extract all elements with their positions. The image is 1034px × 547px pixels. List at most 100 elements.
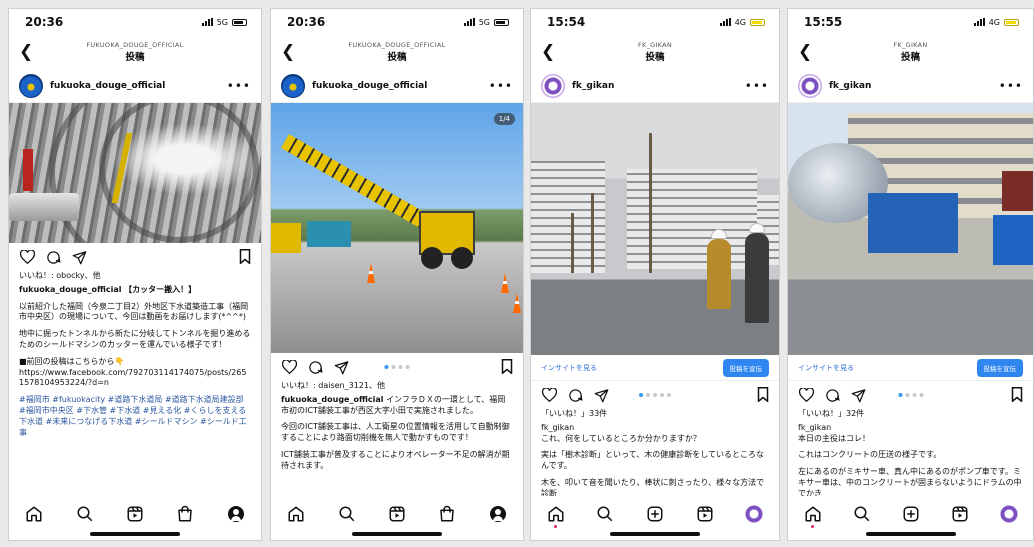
bookmark-icon[interactable] <box>501 359 513 378</box>
reels-icon[interactable] <box>387 504 407 524</box>
status-bar: 20:36 5G <box>9 9 261 35</box>
bottom-nav <box>9 496 261 540</box>
create-icon[interactable] <box>901 504 921 524</box>
caption-username[interactable]: fukuoka_douge_official <box>19 285 122 294</box>
battery-icon <box>232 18 247 26</box>
home-icon[interactable] <box>803 504 823 528</box>
likes-count[interactable]: いいね！: daisen_3121、他 <box>281 381 513 392</box>
share-icon[interactable] <box>593 387 609 403</box>
caption-username[interactable]: fk_gikan <box>798 423 831 432</box>
post-username[interactable]: fukuoka_douge_official <box>50 81 220 91</box>
likes-count[interactable]: 「いいね！」33件 <box>541 409 769 420</box>
heart-icon[interactable] <box>541 387 557 403</box>
caption-text: 本日の主役はコレ！ <box>798 433 870 443</box>
heart-icon[interactable] <box>281 359 297 375</box>
search-icon[interactable] <box>75 504 95 524</box>
shop-icon[interactable] <box>437 504 457 524</box>
post-image[interactable]: 1/4 <box>271 103 523 353</box>
share-icon[interactable] <box>71 249 87 265</box>
bookmark-icon[interactable] <box>239 249 251 268</box>
post-nav-bar: ❮ FUKUOKA_DOUGE_OFFICIAL 投稿 <box>271 35 523 69</box>
caption-hashtags[interactable]: #福岡市 #fukuokacity #道路下水道局 #道路下水道局建設部 #福岡… <box>19 395 251 438</box>
back-chevron-icon[interactable]: ❮ <box>281 42 295 62</box>
status-time: 20:36 <box>287 15 326 29</box>
post-image[interactable] <box>788 103 1033 355</box>
avatar[interactable] <box>798 73 822 98</box>
battery-icon <box>494 18 509 26</box>
promote-button[interactable]: 投稿を宣伝 <box>976 358 1023 377</box>
status-bar: 20:36 5G <box>271 9 523 35</box>
home-icon[interactable] <box>546 504 566 528</box>
caption-paragraph: 実は「樹木診断」といって、木の健康診断をしているところなんです。 <box>541 450 764 471</box>
phone-screen-4: 15:55 4G ❮ FK_GIKAN 投稿 fk_gikan ••• インサイ… <box>787 8 1034 541</box>
post-image[interactable] <box>9 103 261 243</box>
nav-title: 投稿 <box>387 52 407 63</box>
promote-button[interactable]: 投稿を宣伝 <box>722 358 769 377</box>
search-icon[interactable] <box>595 504 615 524</box>
caption-paragraph: ■前回の投稿はこちらから👇 <box>19 356 125 366</box>
view-insights-link[interactable]: インサイトを見る <box>798 363 854 373</box>
post-header: fk_gikan ••• <box>531 69 779 103</box>
signal-icon <box>719 18 731 26</box>
home-icon[interactable] <box>286 504 306 524</box>
profile-icon[interactable] <box>226 504 246 524</box>
share-icon[interactable] <box>850 387 866 403</box>
post-username[interactable]: fk_gikan <box>572 81 738 91</box>
caption-username[interactable]: fk_gikan <box>541 423 574 432</box>
avatar[interactable] <box>19 73 43 98</box>
profile-icon[interactable] <box>999 504 1019 524</box>
caption-paragraph: 地中に掘ったトンネルから新たに分岐してトンネルを掘り進めるためのシールドマシンの… <box>19 329 251 349</box>
post-nav-bar: ❮ FK_GIKAN 投稿 <box>788 35 1033 69</box>
caption-paragraph: 今回のICT舗装工事は、人工衛星の位置情報を活用して自動制御することにより路面切… <box>281 422 510 443</box>
back-chevron-icon[interactable]: ❮ <box>541 42 555 62</box>
home-icon[interactable] <box>24 504 44 524</box>
caption-username[interactable]: fukuoka_douge_official <box>281 395 384 404</box>
post-username[interactable]: fukuoka_douge_official <box>312 81 482 91</box>
post-username[interactable]: fk_gikan <box>829 81 992 91</box>
heart-icon[interactable] <box>798 387 814 403</box>
create-icon[interactable] <box>645 504 665 524</box>
avatar[interactable] <box>281 73 305 98</box>
reels-icon[interactable] <box>695 504 715 524</box>
profile-icon[interactable] <box>744 504 764 524</box>
post-header: fukuoka_douge_official ••• <box>271 69 523 103</box>
network-label: 4G <box>734 17 746 27</box>
bookmark-icon[interactable] <box>757 387 769 406</box>
post-header: fk_gikan ••• <box>788 69 1033 103</box>
more-dots-icon[interactable]: ••• <box>999 79 1023 93</box>
back-chevron-icon[interactable]: ❮ <box>798 42 812 62</box>
more-dots-icon[interactable]: ••• <box>745 79 769 93</box>
view-insights-link[interactable]: インサイトを見る <box>541 363 597 373</box>
avatar[interactable] <box>541 73 565 98</box>
more-dots-icon[interactable]: ••• <box>489 79 513 93</box>
reels-icon[interactable] <box>125 504 145 524</box>
more-dots-icon[interactable]: ••• <box>227 79 251 93</box>
post-nav-bar: ❮ FUKUOKA_DOUGE_OFFICIAL 投稿 <box>9 35 261 69</box>
shop-icon[interactable] <box>175 504 195 524</box>
caption-paragraph: 以前紹介した福岡（今泉二丁目2）外地区下水道築造工事（福岡市中央区）の現場につい… <box>19 301 249 322</box>
search-icon[interactable] <box>337 504 357 524</box>
comment-icon[interactable] <box>307 359 323 375</box>
status-time: 15:55 <box>804 15 843 29</box>
profile-icon[interactable] <box>488 504 508 524</box>
bottom-nav <box>531 496 779 540</box>
caption-title: 【カッター搬入！】 <box>124 284 197 294</box>
bookmark-icon[interactable] <box>1011 387 1023 406</box>
heart-icon[interactable] <box>19 249 35 265</box>
comment-icon[interactable] <box>45 249 61 265</box>
caption-link[interactable]: https://www.facebook.com/792703114174075… <box>19 368 251 390</box>
post-caption: いいね！: obocky、他 fukuoka_douge_official 【カ… <box>9 271 261 438</box>
search-icon[interactable] <box>852 504 872 524</box>
likes-count[interactable]: 「いいね！」32件 <box>798 409 1023 420</box>
share-icon[interactable] <box>333 359 349 375</box>
post-image[interactable] <box>531 103 779 355</box>
likes-count[interactable]: いいね！: obocky、他 <box>19 271 251 282</box>
post-nav-bar: ❮ FK_GIKAN 投稿 <box>531 35 779 69</box>
comment-icon[interactable] <box>567 387 583 403</box>
back-chevron-icon[interactable]: ❮ <box>19 42 33 62</box>
caption-text: これ、何をしているところか分かりますか？ <box>541 433 701 443</box>
post-actions <box>271 353 523 381</box>
nav-title: 投稿 <box>125 52 145 63</box>
reels-icon[interactable] <box>950 504 970 524</box>
comment-icon[interactable] <box>824 387 840 403</box>
